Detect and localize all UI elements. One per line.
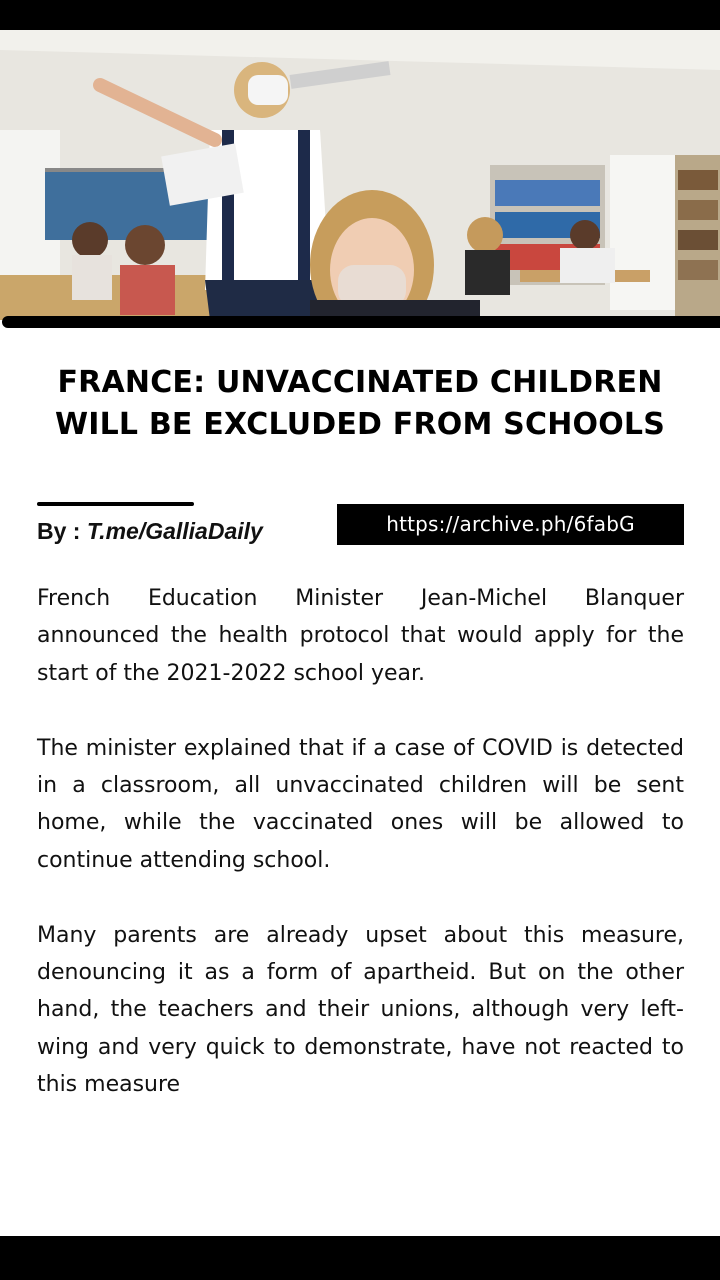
article-paragraph: The minister explained that if a case of… (37, 735, 684, 873)
bottom-black-bar (0, 1236, 720, 1280)
byline-divider (37, 502, 194, 506)
headline: FRANCE: UNVACCINATED CHILDREN WILL BE EX… (0, 362, 720, 446)
byline: By : T.me/GalliaDaily (37, 514, 263, 548)
article-paragraph: Many parents are already upset about thi… (37, 922, 684, 1098)
photo-divider (2, 316, 720, 328)
source-link[interactable]: https://archive.ph/6fabG (337, 504, 684, 545)
headline-line-2: WILL BE EXCLUDED FROM SCHOOLS (54, 407, 666, 442)
byline-prefix: By : (37, 518, 87, 544)
article-paragraph: French Education Minister Jean-Michel Bl… (37, 586, 684, 686)
byline-handle[interactable]: T.me/GalliaDaily (87, 518, 263, 544)
article-body: French Education Minister Jean-Michel Bl… (37, 580, 684, 1141)
classroom-photo (0, 30, 720, 320)
top-black-bar (0, 0, 720, 30)
headline-line-1: FRANCE: UNVACCINATED CHILDREN (57, 365, 663, 400)
